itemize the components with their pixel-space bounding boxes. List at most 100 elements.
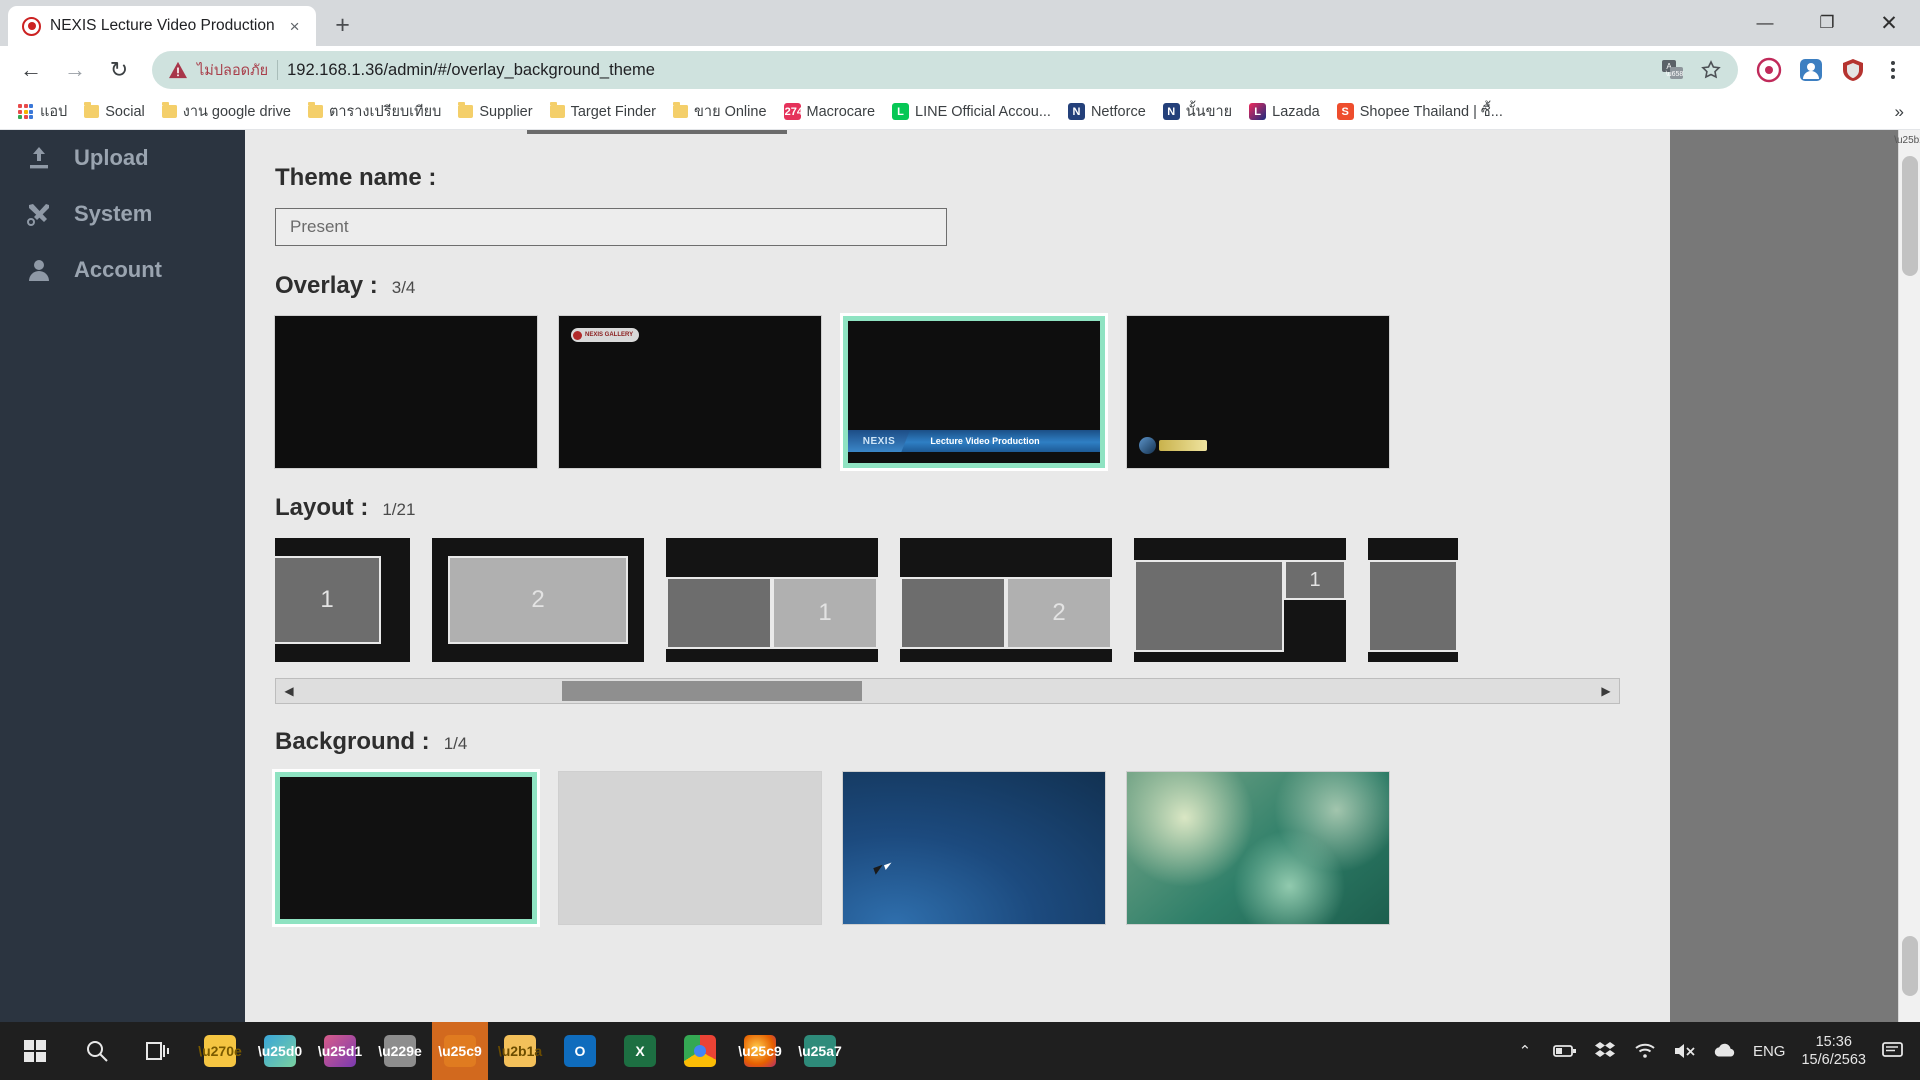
overlay-thumb-blank[interactable]	[274, 315, 538, 469]
layout-thumb-monitor-corner-1[interactable]: 1	[1134, 538, 1346, 662]
windows-icon[interactable]	[6, 1022, 64, 1080]
sidebar-item-upload[interactable]: Upload	[0, 130, 245, 186]
scrollbar-thumb-bottom[interactable]	[1902, 936, 1918, 996]
dropbox-icon[interactable]	[1593, 1039, 1617, 1063]
search-icon[interactable]	[68, 1022, 126, 1080]
back-icon[interactable]: ←	[12, 51, 50, 89]
taskbar-app-sticky-notes[interactable]: \u270e	[192, 1022, 248, 1080]
close-icon[interactable]: ×	[284, 15, 306, 37]
scroll-right-arrow-icon[interactable]: ▶	[1593, 679, 1619, 703]
bookmarks-overflow-button[interactable]: »	[1895, 102, 1910, 122]
bookmark-line-official[interactable]: L LINE Official Accou...	[885, 99, 1058, 124]
theme-name-label: Theme name :	[275, 164, 1640, 192]
taskbar-app-outlook[interactable]: O	[552, 1022, 608, 1080]
extension-icon[interactable]	[1752, 53, 1786, 87]
bookmark-label: ขาย Online	[694, 104, 767, 120]
layout-cell: 1	[1284, 560, 1346, 600]
upload-icon	[24, 143, 54, 173]
layout-horizontal-scrollbar[interactable]: ◀ ▶	[275, 678, 1620, 704]
overlay-badge-text: NEXIS GALLERY	[585, 332, 634, 338]
bookmark-lazada[interactable]: L Lazada	[1242, 99, 1327, 124]
scroll-left-arrow-icon[interactable]: ◀	[276, 679, 302, 703]
folder-icon	[84, 102, 100, 118]
taskbar-app-paint-3d[interactable]: \u25d0	[252, 1022, 308, 1080]
overlay-thumb-pill[interactable]	[1126, 315, 1390, 469]
bookmark-apps[interactable]: แอป	[10, 96, 74, 127]
taskbar-app-file-explorer[interactable]: \u2b1a	[492, 1022, 548, 1080]
battery-icon[interactable]	[1553, 1039, 1577, 1063]
bookmark-supplier[interactable]: Supplier	[451, 100, 539, 124]
profile-icon[interactable]	[1794, 53, 1828, 87]
layout-cell-monitor	[900, 577, 1006, 649]
folder-icon	[673, 102, 689, 118]
scrollbar-thumb-top[interactable]	[1902, 156, 1918, 276]
theme-name-input[interactable]: Present	[275, 208, 947, 246]
taskbar-app-calculator[interactable]: \u229e	[372, 1022, 428, 1080]
taskbar-app-excel[interactable]: X	[612, 1022, 668, 1080]
layout-thumb-monitor-plus-2[interactable]: 2	[900, 538, 1112, 662]
bookmark-sell-online[interactable]: ขาย Online	[666, 96, 774, 127]
taskbar-app-obs[interactable]: \u25c9	[432, 1022, 488, 1080]
layout-cell-label: 1	[818, 599, 832, 626]
overlay-pill-bar	[1159, 440, 1207, 451]
address-bar[interactable]: ไม่ปลอดภัย 192.168.1.36/admin/#/overlay_…	[152, 51, 1738, 89]
three-dots-icon[interactable]	[1878, 61, 1908, 79]
layout-thumb-single-wide[interactable]: 2	[432, 538, 644, 662]
taskbar-app-chrome[interactable]	[672, 1022, 728, 1080]
window-controls: — ❐ ✕	[1734, 0, 1920, 46]
shield-icon[interactable]	[1836, 53, 1870, 87]
notification-icon[interactable]	[1882, 1039, 1906, 1063]
layout-thumb-monitor-plus-1[interactable]: 1	[666, 538, 878, 662]
maximize-button[interactable]: ❐	[1796, 0, 1858, 46]
scrollbar-track[interactable]	[302, 679, 1593, 703]
browser-tab[interactable]: NEXIS Lecture Video Production ×	[8, 6, 316, 46]
layout-thumb-partial[interactable]	[1368, 538, 1458, 662]
tab-title: NEXIS Lecture Video Production	[50, 17, 275, 34]
wifi-icon[interactable]	[1633, 1039, 1657, 1063]
taskbar-clock[interactable]: 15:36 15/6/2563	[1801, 1033, 1866, 1069]
scrollbar-thumb[interactable]	[562, 681, 862, 701]
close-window-button[interactable]: ✕	[1858, 0, 1920, 46]
taskbar-app-store[interactable]: \u25a7	[792, 1022, 848, 1080]
page-vertical-scrollbar[interactable]: \u25b2	[1894, 130, 1920, 1022]
new-tab-button[interactable]: +	[326, 8, 360, 42]
translate-icon[interactable]: A\u6587	[1660, 57, 1686, 83]
bookmark-social[interactable]: Social	[77, 100, 152, 124]
sidebar-item-account[interactable]: Account	[0, 242, 245, 298]
onedrive-icon[interactable]	[1713, 1039, 1737, 1063]
background-thumb-gray[interactable]	[558, 771, 822, 925]
overlay-section-header: Overlay : 3/4	[275, 272, 1640, 300]
chevron-up-icon[interactable]: ⌃	[1513, 1039, 1537, 1063]
layout-thumb-single-small[interactable]: 1	[275, 538, 410, 662]
background-thumb-blue[interactable]	[842, 771, 1106, 925]
bookmark-google-drive[interactable]: งาน google drive	[155, 96, 298, 127]
bookmark-netforce[interactable]: N Netforce	[1061, 99, 1153, 124]
omnibox-divider	[277, 60, 279, 80]
volume-mute-icon[interactable]	[1673, 1039, 1697, 1063]
person-icon	[24, 255, 54, 285]
bookmark-label: Supplier	[479, 103, 533, 120]
task-view-icon[interactable]	[130, 1022, 188, 1080]
star-icon[interactable]	[1698, 57, 1724, 83]
svg-text:\u6587: \u6587	[1666, 71, 1684, 78]
taskbar-app-paint[interactable]: \u25d1	[312, 1022, 368, 1080]
taskbar-app-firefox[interactable]: \u25c9	[732, 1022, 788, 1080]
forward-icon[interactable]: →	[56, 51, 94, 89]
overlay-thumb-lower-third[interactable]: NEXIS Lecture Video Production	[843, 316, 1105, 468]
background-section-header: Background : 1/4	[275, 728, 1640, 756]
theme-name-label-text: Theme name :	[275, 164, 437, 191]
bookmark-comparison-table[interactable]: ตารางเปรียบเทียบ	[301, 96, 448, 127]
background-thumb-green[interactable]	[1126, 771, 1390, 925]
scroll-up-arrow-icon[interactable]: \u25b2	[1894, 130, 1920, 150]
overlay-thumb-badge[interactable]: NEXIS GALLERY	[558, 315, 822, 469]
minimize-button[interactable]: —	[1734, 0, 1796, 46]
bookmark-target-finder[interactable]: Target Finder	[543, 100, 663, 124]
background-thumb-black[interactable]	[275, 772, 537, 924]
bookmark-shopee[interactable]: S Shopee Thailand | ซื้...	[1330, 96, 1510, 127]
overlay-count: 3/4	[391, 278, 416, 297]
sidebar-item-system[interactable]: System	[0, 186, 245, 242]
bookmark-macrocare[interactable]: \u2740 Macrocare	[775, 99, 883, 124]
language-indicator[interactable]: ENG	[1753, 1043, 1786, 1060]
reload-icon[interactable]: ↻	[100, 51, 138, 89]
bookmark-nunkhai[interactable]: N นั้นขาย	[1156, 96, 1239, 127]
